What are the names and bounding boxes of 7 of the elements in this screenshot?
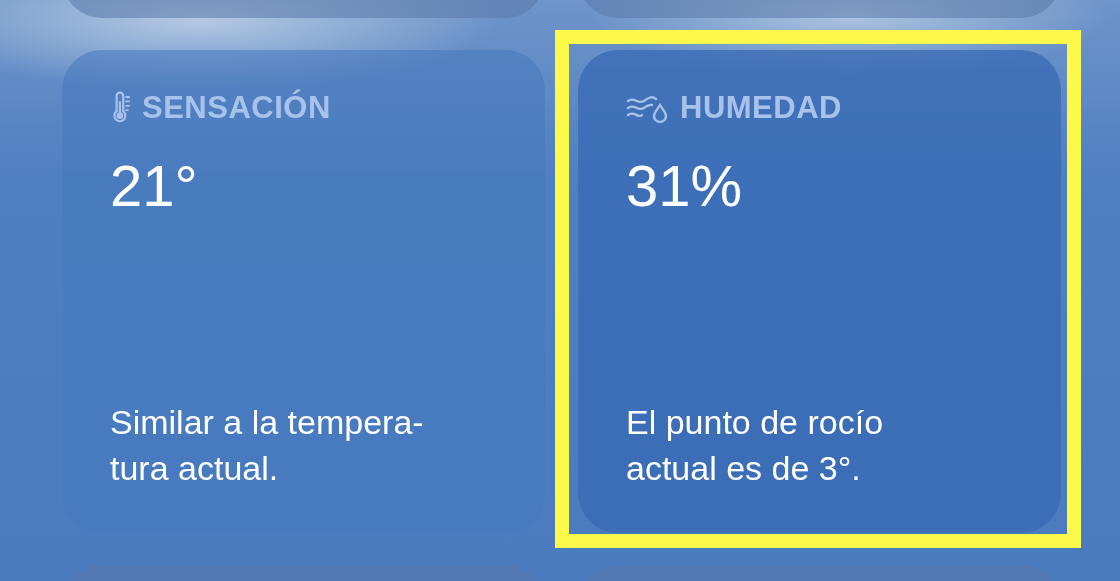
thermometer-icon xyxy=(110,91,132,125)
card-description: Similar a la tempera- tura actual. xyxy=(110,402,425,489)
card-value: 31% xyxy=(626,152,744,219)
card-value: 21° xyxy=(110,152,199,219)
card-description: El punto de rocío actual es de 3°. xyxy=(626,402,885,489)
card-label: SENSACIÓN xyxy=(142,90,331,126)
card-label: HUMEDAD xyxy=(680,90,842,126)
